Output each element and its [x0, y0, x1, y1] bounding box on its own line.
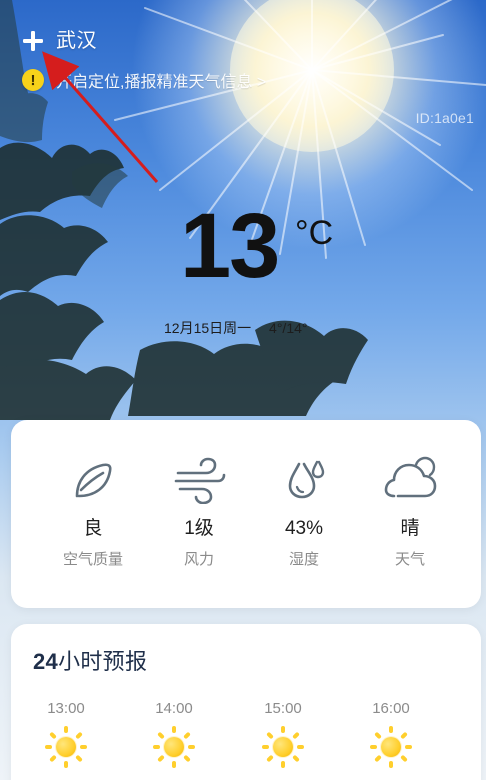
- sun-core: [56, 737, 76, 757]
- location-tip-text: 开启定位,播报精准天气信息 >: [56, 74, 267, 91]
- header-bar: 武汉: [20, 28, 97, 54]
- weather-screen: 武汉 ! 开启定位,播报精准天气信息 > ID:1a0e1 13 °C 12月1…: [0, 0, 486, 780]
- date-text: 12月15日周一: [164, 320, 252, 336]
- sun-icon: [153, 726, 195, 768]
- hour-time: 14:00: [155, 700, 193, 717]
- hour-time: 15:00: [264, 700, 302, 717]
- metric-wind: 1级 风力: [144, 452, 254, 569]
- temperature-value: 13: [180, 195, 280, 297]
- city-name[interactable]: 武汉: [56, 31, 97, 51]
- weather-metrics-card: 良 空气质量 1级 风力 43% 湿度 晴 天气: [11, 420, 481, 608]
- humidity-label: 湿度: [288, 550, 319, 568]
- plus-icon: [23, 31, 43, 51]
- humidity-value: 43%: [284, 518, 324, 539]
- air-quality-label: 空气质量: [62, 550, 123, 568]
- wind-value: 1级: [184, 518, 214, 539]
- metric-humidity: 43% 湿度: [249, 452, 359, 569]
- leaf-icon: [75, 463, 112, 498]
- sun-core: [273, 737, 293, 757]
- temperature-range: 4°/14°: [269, 320, 308, 336]
- weather-value: 晴: [400, 518, 420, 539]
- sun-core: [381, 737, 401, 757]
- temperature-unit: °C: [295, 214, 334, 252]
- date-and-range: 12月15日周一 4°/14°: [164, 318, 308, 338]
- sun-icon: [370, 726, 412, 768]
- humidity-icon: [288, 460, 325, 499]
- metric-weather: 晴 天气: [355, 452, 465, 569]
- air-quality-value: 良: [83, 518, 103, 539]
- hour-time: 16:00: [372, 700, 410, 717]
- hourly-item[interactable]: 14:00: [139, 700, 209, 768]
- hourly-forecast-title: 24小时预报: [33, 644, 147, 676]
- warning-icon: !: [22, 69, 44, 91]
- wind-label: 风力: [183, 550, 214, 568]
- wind-icon: [174, 457, 226, 504]
- hour-time: 13:00: [47, 700, 85, 717]
- sun-icon: [262, 726, 304, 768]
- id-watermark: ID:1a0e1: [415, 110, 474, 126]
- hourly-item[interactable]: 16:00: [356, 700, 426, 768]
- forecast-title-text: 小时预报: [58, 649, 148, 674]
- partly-sunny-icon: [384, 456, 437, 498]
- sun-core: [164, 737, 184, 757]
- hourly-forecast-card: 24小时预报 13:00 14:00 15:00 16:00: [11, 624, 481, 780]
- hourly-item[interactable]: 15:00: [248, 700, 318, 768]
- location-tip-link[interactable]: ! 开启定位,播报精准天气信息 >: [22, 68, 266, 92]
- forecast-hours-count: 24: [33, 649, 59, 674]
- weather-label: 天气: [394, 550, 425, 568]
- sun-icon: [45, 726, 87, 768]
- hourly-item[interactable]: 13:00: [31, 700, 101, 768]
- current-temperature-block: 13 °C: [0, 196, 486, 316]
- add-city-button[interactable]: [20, 28, 46, 54]
- metric-air-quality: 良 空气质量: [38, 452, 148, 569]
